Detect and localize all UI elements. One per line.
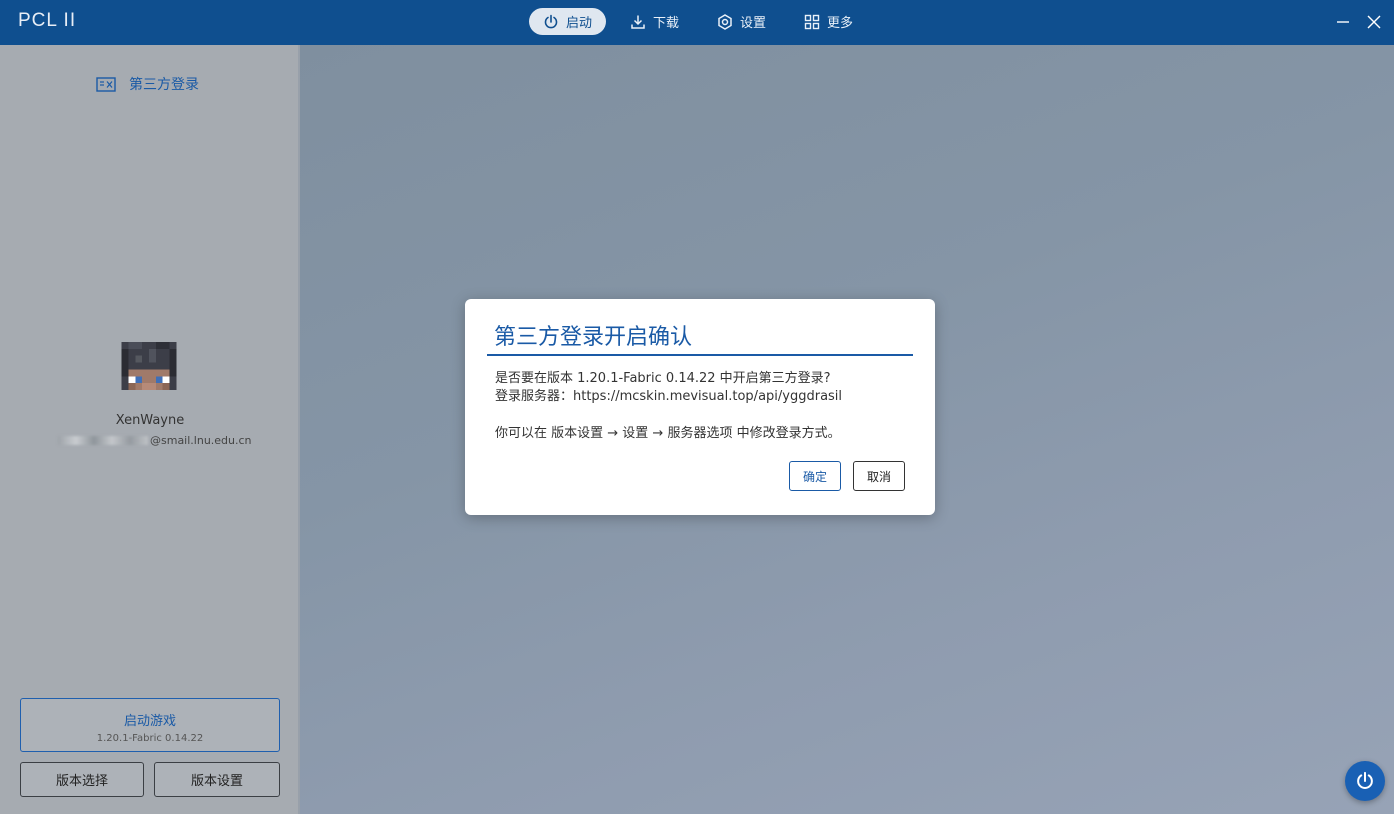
power-icon [544,14,558,28]
minimize-button[interactable] [1333,12,1353,32]
nav-item-download[interactable]: 下载 [616,8,693,35]
version-select-button[interactable]: 版本选择 [20,762,144,797]
top-nav: 启动 下载 设置 更多 [529,8,877,35]
login-type-header: 第三方登录 [96,74,199,94]
nav-item-label: 下载 [653,16,680,31]
nav-item-label: 更多 [827,16,854,31]
email-suffix: @smail.lnu.edu.cn [150,434,252,447]
confirm-dialog: 第三方登录开启确认 是否要在版本 1.20.1-Fabric 0.14.22 中… [465,299,935,515]
version-settings-button[interactable]: 版本设置 [154,762,280,797]
title-bar: PCL II 启动 下载 设置 更多 [0,0,1394,45]
dialog-divider [487,354,913,356]
nav-item-launch[interactable]: 启动 [529,8,607,35]
username: XenWayne [115,413,185,428]
close-button[interactable] [1364,12,1384,32]
launch-button-version: 1.20.1-Fabric 0.14.22 [96,733,204,744]
dialog-text-hint: 你可以在 版本设置 → 设置 → 服务器选项 中修改登录方式。 [495,426,841,441]
dialog-text-server: 登录服务器：https://mcskin.mevisual.top/api/yg… [495,389,843,404]
grid-icon [804,14,820,29]
launch-game-button[interactable]: 启动游戏 1.20.1-Fabric 0.14.22 [20,698,280,752]
cancel-button[interactable]: 取消 [853,461,905,491]
nav-item-label: 设置 [740,16,767,31]
nav-item-label: 启动 [566,16,593,31]
login-type-label: 第三方登录 [129,77,199,93]
app-logo: PCL II [18,10,77,31]
minimize-icon [1337,21,1349,23]
sidebar: 第三方登录 XenWayne @smail.lnu.edu.cn 启动游戏 1.… [0,45,300,814]
confirm-button[interactable]: 确定 [789,461,841,491]
nav-item-more[interactable]: 更多 [790,8,867,35]
download-icon [631,15,645,29]
email-redacted [58,436,148,445]
avatar[interactable] [121,342,177,390]
id-card-icon [96,76,116,92]
power-icon [1357,771,1373,789]
gear-icon [718,13,732,30]
launch-button-label: 启动游戏 [123,714,176,729]
dialog-text-question: 是否要在版本 1.20.1-Fabric 0.14.22 中开启第三方登录? [495,371,831,386]
account-email: @smail.lnu.edu.cn [58,434,252,447]
floating-power-button[interactable] [1345,761,1385,801]
dialog-body: 是否要在版本 1.20.1-Fabric 0.14.22 中开启第三方登录? 登… [495,370,915,443]
close-icon [1367,15,1381,29]
nav-item-settings[interactable]: 设置 [703,8,780,35]
dialog-title: 第三方登录开启确认 [494,325,693,350]
